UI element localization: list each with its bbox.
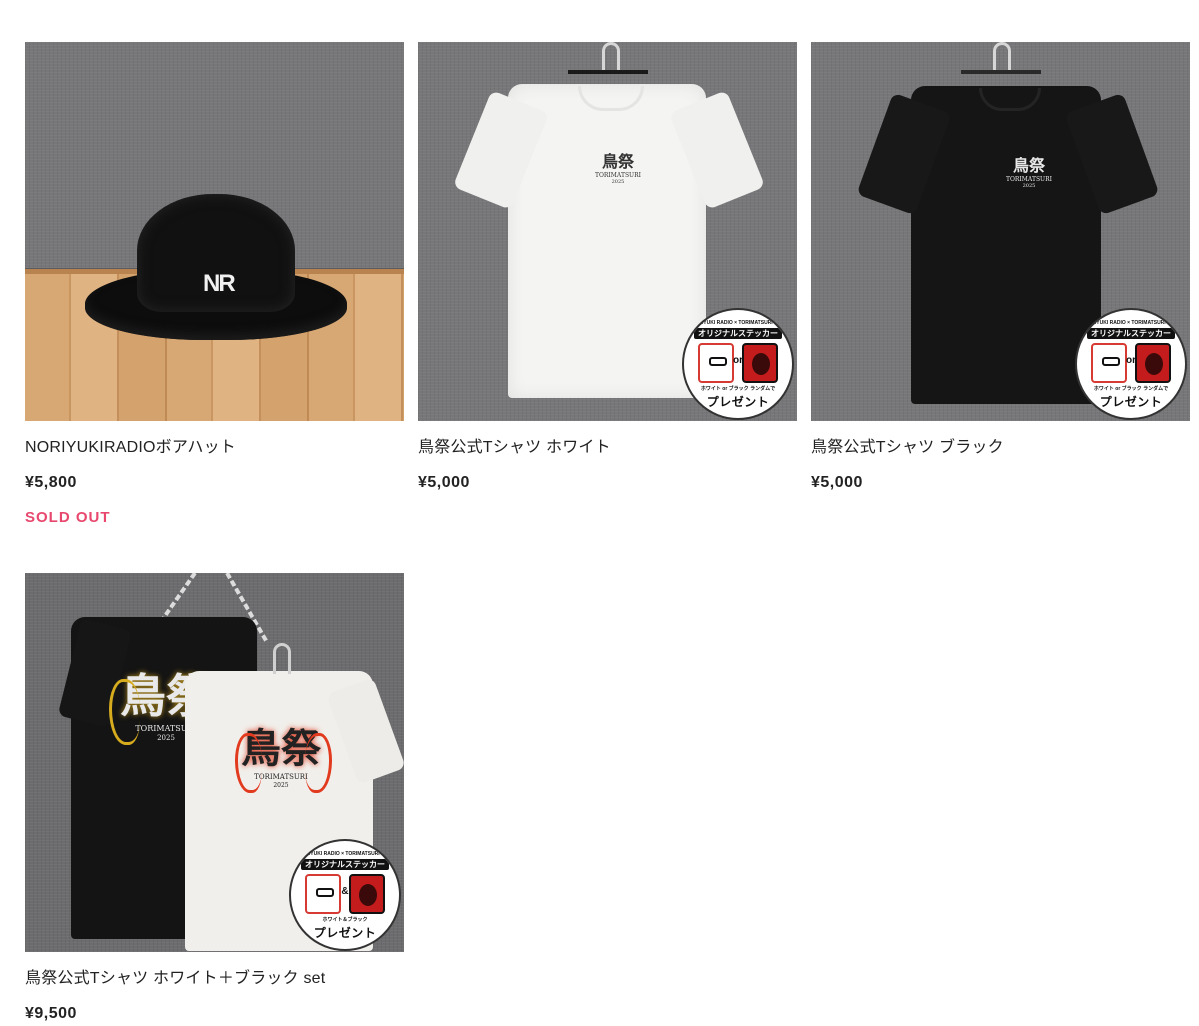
sticker-face-red: [742, 343, 778, 383]
product-image-tshirt-set[interactable]: 鳥祭 TORIMATSURI 2025 鳥祭 TORIMATSURI 2025 …: [25, 573, 404, 952]
product-grid: NR NORIYUKIRADIOボアハット ¥5,800 SOLD OUT 鳥祭…: [0, 0, 1199, 1026]
tshirt-chest-print: 鳥祭 TORIMATSURI 2025: [999, 158, 1059, 189]
sticker-title: オリジナルステッカー: [301, 859, 389, 870]
product-price: ¥5,800: [25, 474, 77, 491]
product-price: ¥5,000: [418, 474, 470, 491]
product-title[interactable]: 鳥祭公式Tシャツ ブラック: [811, 437, 1190, 459]
sticker-badge: NORIYUKI RADIO × TORIMATSURI 2025 オリジナルス…: [1075, 308, 1187, 420]
sticker-face-white: [698, 343, 734, 383]
product-image-white-tshirt[interactable]: 鳥祭 TORIMATSURI 2025 NORIYUKI RADIO × TOR…: [418, 42, 797, 421]
print-kanji: 鳥祭: [1012, 156, 1045, 175]
product-title[interactable]: 鳥祭公式Tシャツ ホワイト: [418, 437, 797, 459]
product-price: ¥9,500: [25, 1005, 77, 1022]
hanger: [568, 70, 648, 74]
hanger-hook: [602, 42, 620, 73]
print-kanji: 鳥祭: [601, 152, 634, 171]
sticker-badge: NORIYUKI RADIO × TORIMATSURI 2025 オリジナルス…: [682, 308, 794, 420]
sticker-mini-text: ホワイト or ブラック ランダムで: [700, 386, 776, 392]
sticker-face-white: [1091, 343, 1127, 383]
rooster-left-yellow: [109, 679, 140, 745]
product-card-white-tshirt[interactable]: 鳥祭 TORIMATSURI 2025 NORIYUKI RADIO × TOR…: [418, 42, 797, 492]
product-card-boa-hat[interactable]: NR NORIYUKIRADIOボアハット ¥5,800 SOLD OUT: [25, 42, 404, 526]
print-year: 2025: [611, 179, 625, 185]
sticker-faces: or: [1077, 343, 1185, 383]
product-price: ¥5,000: [811, 474, 863, 491]
sticker-title: オリジナルステッカー: [694, 328, 782, 339]
hanger-hook: [993, 42, 1011, 73]
hanger: [961, 70, 1041, 74]
sticker-title: オリジナルステッカー: [1087, 328, 1175, 339]
tshirt-chest-print: 鳥祭 TORIMATSURI 2025: [588, 154, 648, 185]
product-card-tshirt-set[interactable]: 鳥祭 TORIMATSURI 2025 鳥祭 TORIMATSURI 2025 …: [25, 573, 404, 1023]
sticker-mini-text: ホワイト or ブラック ランダムで: [1093, 386, 1169, 392]
product-image-boa-hat[interactable]: NR: [25, 42, 404, 421]
sticker-face-white: [305, 874, 341, 914]
sticker-faces: &: [291, 874, 399, 914]
sticker-join: &: [341, 886, 349, 897]
hat-logo: NR: [203, 270, 236, 297]
sticker-face-red: [349, 874, 385, 914]
product-image-black-tshirt[interactable]: 鳥祭 TORIMATSURI 2025 NORIYUKI RADIO × TOR…: [811, 42, 1190, 421]
sticker-face-red: [1135, 343, 1171, 383]
sticker-mini-text: ホワイト＆ブラック: [322, 917, 368, 923]
print-year: 2025: [1022, 183, 1036, 189]
sticker-badge: NORIYUKI RADIO × TORIMATSURI 2025 オリジナルス…: [289, 839, 401, 951]
sold-out-badge: SOLD OUT: [25, 509, 111, 526]
rooster-left-red: [235, 733, 262, 793]
sticker-faces: or: [684, 343, 792, 383]
product-card-black-tshirt[interactable]: 鳥祭 TORIMATSURI 2025 NORIYUKI RADIO × TOR…: [811, 42, 1190, 492]
product-title[interactable]: 鳥祭公式Tシャツ ホワイト＋ブラック set: [25, 968, 404, 990]
hanger-hook: [273, 643, 291, 674]
product-title[interactable]: NORIYUKIRADIOボアハット: [25, 437, 404, 459]
